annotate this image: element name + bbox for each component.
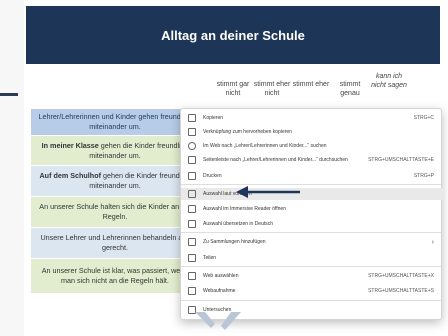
menu-item-web-capture[interactable]: Webaufnahme STRG+UMSCHALTTASTE+S (181, 285, 443, 297)
menu-item-web-select[interactable]: Web auswählen STRG+UMSCHALTTASTE+X (181, 270, 443, 282)
statement-row: Auf dem Schulhof gehen die Kinder freund… (31, 166, 199, 196)
statement-bold: Auf dem Schulhof (39, 171, 101, 180)
link-icon (188, 128, 196, 136)
immersive-reader-icon (188, 205, 196, 213)
menu-item-shortcut: STRG+UMSCHALTTASTE+E (368, 157, 434, 163)
search-icon (188, 142, 196, 150)
statement-text: gehen die Kinder freundlich miteinander … (89, 140, 189, 160)
banner-title: Alltag an deiner Schule (161, 27, 305, 43)
statement-text: Unsere Lehrer und Lehrerinnen behandeln … (40, 233, 190, 252)
menu-item-label: Webaufnahme (203, 288, 236, 294)
statement-row: In meiner Klasse gehen die Kinder freund… (31, 136, 199, 165)
menu-item-add-to-collections[interactable]: Zu Sammlungen hinzufügen › (181, 236, 443, 248)
column-header-stimmt-genau: stimmt genau (339, 81, 361, 97)
statement-text: An unserer Schule ist klar, was passiert… (41, 266, 189, 285)
copy-icon (188, 114, 196, 122)
pointer-arrow-icon (236, 186, 300, 198)
menu-item-label: Kopieren (203, 115, 224, 121)
page-margin (0, 0, 24, 336)
menu-separator (181, 300, 443, 301)
statement-text-selected: Lehrer/Lehrerinnen und Kinder gehen freu… (38, 112, 192, 131)
menu-item-label: Web auswählen (203, 273, 239, 279)
menu-separator (181, 232, 443, 233)
menu-item-label: Seitenleiste nach „Lehrer/Lehrerinnen un… (203, 157, 348, 163)
translate-icon (188, 220, 196, 228)
menu-item-share[interactable]: Teilen (181, 252, 443, 264)
menu-item-label: Zu Sammlungen hinzufügen (203, 239, 266, 245)
statement-row: Unsere Lehrer und Lehrerinnen behandeln … (31, 228, 199, 258)
menu-item-label: Auswahl im Immersive Reader öffnen (203, 206, 286, 212)
column-header-stimmt-eher: stimmt eher (292, 81, 330, 88)
share-icon (188, 254, 196, 262)
menu-item-search-sidebar[interactable]: Seitenleiste nach „Lehrer/Lehrerinnen un… (181, 154, 443, 166)
menu-item-shortcut: STRG+UMSCHALTTASTE+X (368, 273, 434, 279)
menu-item-copy-link-to-highlight[interactable]: Verknüpfung zum hervorheben kopieren (181, 126, 443, 138)
scroll-down-chevrons-icon (195, 312, 241, 330)
menu-item-label: Teilen (203, 255, 217, 261)
sidebar-icon (188, 156, 196, 164)
menu-item-label: Verknüpfung zum hervorheben kopieren (203, 129, 292, 135)
menu-item-print[interactable]: Drucken STRG+P (181, 170, 443, 182)
menu-separator (181, 266, 443, 267)
column-header-stimmt-eher-nicht: stimmt eher nicht (253, 81, 291, 97)
menu-item-shortcut: STRG+C (413, 115, 434, 121)
menu-item-search-web[interactable]: Im Web nach „Lehrer/Lehrerinnen und Kind… (181, 140, 443, 152)
statement-text: gehen die Kinder freundlich miteinander … (89, 171, 191, 190)
left-marker (0, 93, 18, 96)
title-banner: Alltag an deiner Schule (26, 6, 440, 64)
statement-bold: In meiner Klasse (41, 140, 99, 150)
menu-item-label: Im Web nach „Lehrer/Lehrerinnen und Kind… (203, 143, 327, 149)
menu-item-immersive-reader[interactable]: Auswahl im Immersive Reader öffnen (181, 203, 443, 215)
context-menu: Kopieren STRG+C Verknüpfung zum hervorhe… (180, 108, 443, 320)
statement-row: An unserer Schule halten sich die Kinder… (31, 197, 199, 227)
read-aloud-icon (188, 190, 196, 198)
web-select-icon (188, 272, 196, 280)
web-capture-icon (188, 287, 196, 295)
chevron-right-icon: › (431, 238, 434, 246)
collections-icon (188, 238, 196, 246)
menu-item-shortcut: STRG+UMSCHALTTASTE+S (368, 288, 434, 294)
statement-row: An unserer Schule ist klar, was passiert… (31, 259, 199, 293)
menu-item-copy[interactable]: Kopieren STRG+C (181, 112, 443, 124)
column-header-stimmt-gar-nicht: stimmt gar nicht (216, 81, 250, 97)
menu-item-translate[interactable]: Auswahl übersetzen in Deutsch (181, 218, 443, 230)
statement-text: An unserer Schule halten sich die Kinder… (39, 202, 191, 221)
print-icon (188, 172, 196, 180)
menu-separator (181, 184, 443, 185)
column-header-kann-ich-nicht-sagen: kann ich nicht sagen (371, 73, 407, 89)
menu-item-shortcut: STRG+P (413, 173, 434, 179)
menu-item-label: Auswahl übersetzen in Deutsch (203, 221, 274, 227)
menu-item-label: Drucken (203, 173, 222, 179)
statement-row[interactable]: Lehrer/Lehrerinnen und Kinder gehen freu… (31, 109, 199, 135)
menu-item-read-aloud[interactable]: Auswahl laut vorlesen (181, 188, 443, 200)
